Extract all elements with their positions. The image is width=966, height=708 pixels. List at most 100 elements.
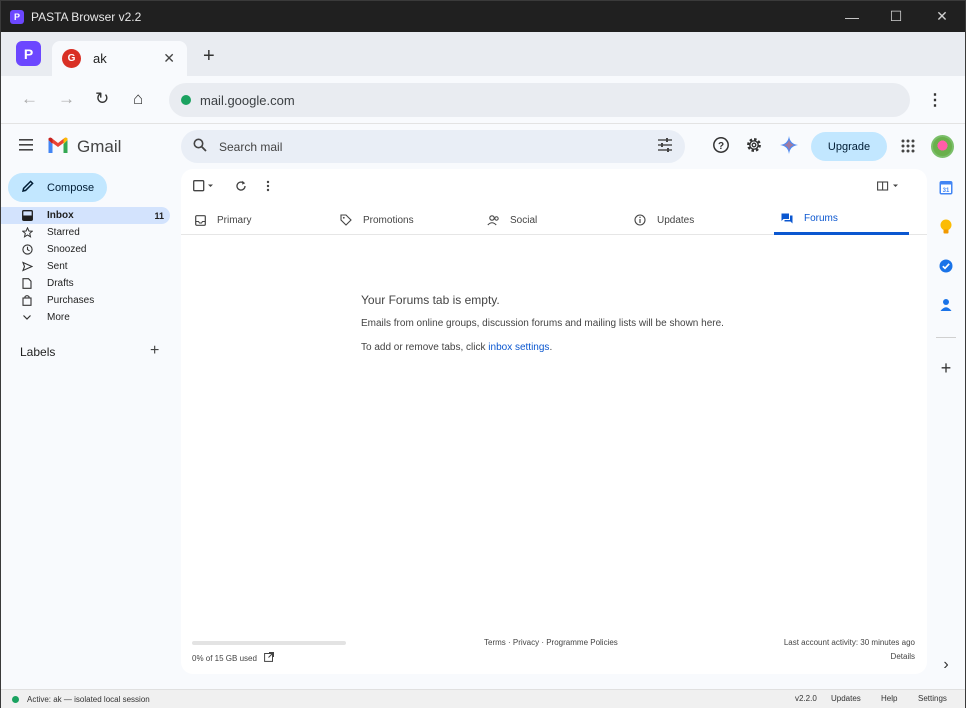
url-text: mail.google.com	[200, 92, 295, 108]
sidebar-item-starred[interactable]: Starred	[1, 224, 170, 241]
inbox-icon	[193, 214, 207, 226]
refresh-icon[interactable]	[235, 179, 247, 197]
keep-icon[interactable]	[938, 219, 954, 235]
tab-updates[interactable]: Updates	[633, 205, 773, 235]
sidebar-item-label: Purchases	[47, 295, 95, 306]
tag-icon	[339, 214, 353, 226]
updates-link[interactable]: Updates	[831, 694, 861, 703]
empty-state-title: Your Forums tab is empty.	[361, 293, 500, 307]
inbox-icon	[21, 210, 33, 221]
gmail-wordmark: Gmail	[77, 137, 122, 156]
tab-label: Promotions	[363, 214, 414, 226]
mail-list-panel: Primary Promotions Social Updates Forums…	[181, 169, 927, 674]
account-avatar[interactable]	[931, 135, 954, 158]
tab-promotions[interactable]: Promotions	[339, 205, 479, 235]
browser-tab[interactable]: G ak ✕	[52, 41, 187, 76]
window-title: PASTA Browser v2.2	[31, 9, 142, 24]
storage-usage: 0% of 15 GB used	[192, 652, 274, 664]
search-options-icon[interactable]	[657, 138, 673, 157]
sidebar-item-label: More	[47, 312, 70, 323]
close-window-button[interactable]: ✕	[919, 1, 965, 32]
split-pane-toggle-icon[interactable]	[877, 179, 903, 197]
hint-suffix: .	[549, 342, 553, 353]
browser-menu-button[interactable]: ⋮	[927, 90, 943, 110]
storage-usage-text: 0% of 15 GB used	[192, 653, 257, 663]
last-activity-text: Last account activity: 30 minutes ago	[783, 638, 915, 647]
sidebar-item-inbox[interactable]: Inbox 11	[1, 207, 170, 224]
more-options-icon[interactable]	[266, 179, 270, 197]
secure-indicator-icon	[181, 95, 191, 105]
expand-side-panel-button[interactable]: ›	[938, 656, 954, 673]
empty-state-description: Emails from online groups, discussion fo…	[361, 318, 724, 329]
tasks-icon[interactable]	[938, 258, 954, 274]
sidebar-item-purchases[interactable]: Purchases	[1, 292, 170, 309]
tab-primary[interactable]: Primary	[193, 205, 333, 235]
sidebar-item-label: Drafts	[47, 278, 74, 289]
gmail-logo-icon[interactable]	[47, 137, 69, 159]
reload-button[interactable]: ↻	[95, 89, 109, 109]
back-button[interactable]: ←	[21, 89, 38, 109]
compose-button[interactable]: Compose	[8, 173, 107, 202]
gmail-header: Gmail ? Upgrade	[1, 125, 965, 169]
home-button[interactable]: ⌂	[133, 89, 143, 109]
sidebar-item-snoozed[interactable]: Snoozed	[1, 241, 170, 258]
tab-forums[interactable]: Forums	[774, 205, 909, 235]
contacts-icon[interactable]	[938, 297, 954, 313]
maximize-button[interactable]: ☐	[873, 1, 919, 32]
browser-toolbar: ← → ↻ ⌂ mail.google.com ⋮	[1, 76, 965, 124]
draft-icon	[21, 278, 33, 289]
browser-window: P PASTA Browser v2.2 — ☐ ✕ P G ak ✕ + ← …	[0, 0, 966, 708]
tab-strip: P G ak ✕ +	[1, 32, 965, 76]
profile-button[interactable]: P	[16, 41, 41, 66]
hint-text: To add or remove tabs, click	[361, 342, 489, 353]
calendar-icon[interactable]: 31	[938, 179, 954, 195]
tab-title: ak	[93, 51, 107, 66]
settings-gear-icon[interactable]	[745, 136, 763, 159]
search-icon[interactable]	[193, 138, 207, 157]
add-addon-button[interactable]: +	[938, 358, 954, 378]
search-bar	[181, 130, 685, 163]
settings-link[interactable]: Settings	[918, 694, 947, 703]
status-bar: Active: ak — isolated local session v2.2…	[1, 689, 965, 708]
calendar-day-text: 31	[943, 188, 950, 194]
search-input[interactable]	[219, 137, 619, 157]
empty-state-hint: To add or remove tabs, click inbox setti…	[361, 342, 552, 353]
star-icon	[21, 227, 33, 238]
session-status-icon	[12, 695, 19, 703]
forward-button[interactable]: →	[58, 89, 75, 109]
upgrade-button[interactable]: Upgrade	[811, 132, 887, 161]
minimize-button[interactable]: —	[829, 1, 875, 32]
tab-social[interactable]: Social	[486, 205, 626, 235]
app-logo-icon: P	[10, 9, 24, 24]
tab-label: Social	[510, 214, 538, 226]
tab-label: Primary	[217, 214, 252, 226]
help-link[interactable]: Help	[881, 694, 897, 703]
labels-heading: Labels	[20, 345, 56, 359]
footer-links[interactable]: Terms · Privacy · Programme Policies	[484, 638, 618, 647]
apps-grid-icon[interactable]	[901, 139, 915, 158]
tab-label: Updates	[657, 214, 695, 226]
pencil-icon	[21, 180, 34, 195]
gmail-favicon-icon: G	[62, 49, 81, 68]
help-icon[interactable]: ?	[712, 136, 730, 159]
new-tab-button[interactable]: +	[203, 45, 215, 68]
svg-text:?: ?	[718, 141, 724, 152]
chevron-down-icon	[21, 314, 33, 321]
sidebar-item-drafts[interactable]: Drafts	[1, 275, 170, 292]
tab-close-button[interactable]: ✕	[163, 50, 175, 67]
inbox-settings-link[interactable]: inbox settings	[488, 342, 549, 353]
sidebar-item-label: Snoozed	[47, 244, 87, 255]
details-link[interactable]: Details	[891, 652, 915, 661]
sidebar-item-more[interactable]: More	[1, 309, 170, 326]
session-status-text: Active: ak — isolated local session	[27, 694, 150, 704]
sidebar-item-label: Sent	[47, 261, 68, 272]
add-label-button[interactable]: +	[150, 342, 159, 360]
sidebar-item-sent[interactable]: Sent	[1, 258, 170, 275]
gemini-sparkle-icon[interactable]	[780, 136, 798, 159]
external-link-icon[interactable]	[264, 652, 274, 664]
select-all-checkbox[interactable]	[193, 179, 215, 197]
address-bar[interactable]: mail.google.com	[169, 83, 910, 117]
main-menu-icon[interactable]	[19, 138, 33, 156]
sidebar-item-label: Inbox	[47, 210, 74, 221]
forum-icon	[780, 213, 794, 224]
